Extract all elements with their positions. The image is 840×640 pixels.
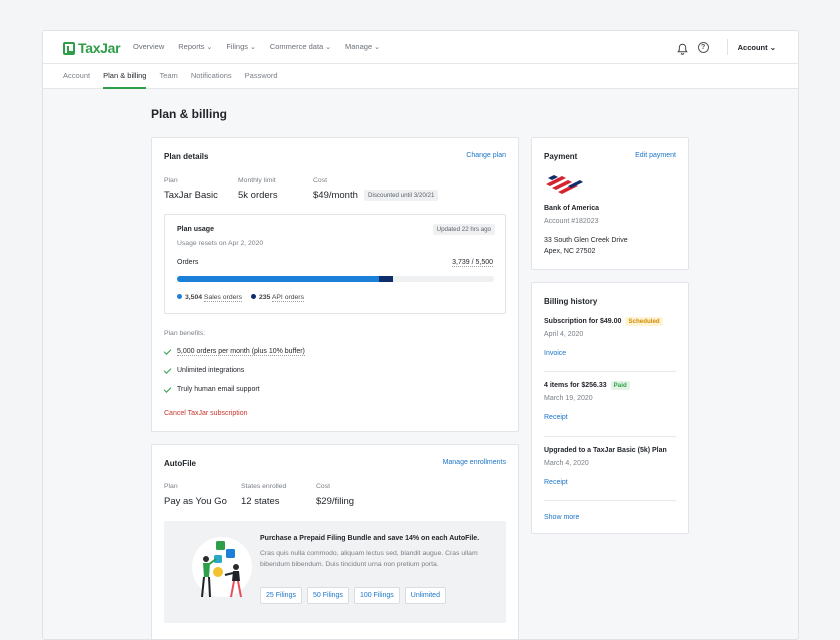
option-100-filings[interactable]: 100 Filings (353, 587, 400, 604)
updated-badge: Updated 22 hrs ago (432, 224, 495, 235)
states-enrolled-value: 12 states (241, 496, 280, 507)
billing-item-date: April 4, 2020 (544, 331, 584, 338)
edit-payment-link[interactable]: Edit payment (635, 152, 676, 159)
bank-of-america-logo-icon (546, 175, 583, 194)
monthly-limit-label: Monthly limit (238, 177, 276, 184)
address-line-2: Apex, NC 27502 (544, 248, 596, 255)
status-badge-scheduled: Scheduled (625, 317, 663, 326)
top-bar: TaxJar Overview Reports Filings Commerce… (43, 31, 798, 64)
billing-item-title: 4 items for $256.33 (544, 382, 607, 389)
plan-value: TaxJar Basic (164, 190, 218, 201)
autofile-card: AutoFile Manage enrollments Plan Pay as … (151, 444, 519, 639)
promo-headline: Purchase a Prepaid Filing Bundle and sav… (260, 535, 480, 542)
billing-history-item: Upgraded to a TaxJar Basic (5k) Plan Mar… (544, 447, 676, 486)
billing-history-item: Subscription for $49.00 Scheduled April 4… (544, 317, 676, 357)
tab-password[interactable]: Password (245, 64, 278, 89)
benefit-item: 5,000 orders per month (plus 10% buffer) (163, 347, 305, 356)
filing-options: 25 Filings 50 Filings 100 Filings Unlimi… (260, 587, 446, 604)
states-enrolled-label: States enrolled (241, 483, 287, 490)
address-line-1: 33 South Glen Creek Drive (544, 237, 628, 244)
billing-history-title: Billing history (544, 297, 598, 306)
option-25-filings[interactable]: 25 Filings (260, 587, 302, 604)
divider (544, 371, 676, 372)
autofile-plan-label: Plan (164, 483, 178, 490)
cost-label: Cost (313, 177, 327, 184)
tab-plan-billing[interactable]: Plan & billing (103, 64, 147, 89)
billing-item-date: March 19, 2020 (544, 395, 593, 402)
option-50-filings[interactable]: 50 Filings (306, 587, 349, 604)
bell-icon[interactable] (676, 42, 688, 55)
main-nav: Overview Reports Filings Commerce data M… (133, 42, 380, 51)
show-more-link[interactable]: Show more (544, 514, 579, 521)
divider (544, 500, 676, 501)
topbar-divider (726, 39, 728, 55)
autofile-plan-value: Pay as You Go (164, 496, 227, 507)
check-icon (163, 365, 172, 374)
plan-label: Plan (164, 177, 178, 184)
discount-badge: Discounted until 3/20/21 (364, 190, 439, 201)
nav-filings[interactable]: Filings (226, 42, 256, 51)
cost-value: $49/month (313, 190, 358, 201)
plan-details-title: Plan details (164, 152, 209, 161)
billing-item-title: Upgraded to a TaxJar Basic (5k) Plan (544, 447, 667, 454)
page-title: Plan & billing (151, 107, 228, 121)
receipt-link[interactable]: Receipt (544, 414, 676, 421)
nav-commerce-data[interactable]: Commerce data (270, 42, 331, 51)
tab-team[interactable]: Team (159, 64, 177, 89)
account-menu[interactable]: Account ⌄ (738, 43, 776, 52)
orders-label: Orders (177, 259, 199, 266)
logo-text: TaxJar (78, 40, 121, 56)
app-window: TaxJar Overview Reports Filings Commerce… (42, 30, 799, 640)
usage-reset-note: Usage resets on Apr 2, 2020 (177, 240, 264, 247)
billing-history-item: 4 items for $256.33 Paid March 19, 2020 R… (544, 381, 676, 421)
plan-benefits-label: Plan benefits: (164, 330, 206, 337)
nav-manage[interactable]: Manage (345, 42, 380, 51)
monthly-limit-value: 5k orders (238, 190, 278, 201)
billing-item-title: Subscription for $49.00 (544, 318, 622, 325)
benefit-item: Unlimited integrations (163, 365, 244, 374)
orders-progress-bar (177, 276, 494, 282)
logo-icon (63, 41, 75, 55)
tab-account[interactable]: Account (63, 64, 90, 89)
sales-dot-icon (177, 294, 182, 299)
check-icon (163, 347, 172, 355)
promo-body: Cras quis nulla commodo, aliquam lectus … (260, 550, 478, 568)
orders-count: 3,739 / 5,500 (452, 259, 493, 267)
check-icon (163, 384, 172, 393)
filing-bundle-promo: Purchase a Prepaid Filing Bundle and sav… (164, 521, 506, 623)
people-illustration-icon (192, 537, 252, 598)
plan-usage-panel: Plan usage Updated 22 hrs ago Usage rese… (164, 214, 506, 314)
bank-name: Bank of America (544, 205, 599, 212)
receipt-link[interactable]: Receipt (544, 479, 676, 486)
divider (544, 436, 676, 437)
sales-orders-fill (177, 276, 379, 282)
status-badge-paid: Paid (610, 381, 630, 390)
plan-usage-title: Plan usage (177, 226, 214, 233)
billing-history-card: Billing history Subscription for $49.00 S… (531, 282, 689, 534)
settings-tabs: Account Plan & billing Team Notification… (43, 64, 798, 89)
plan-details-card: Plan details Change plan Plan TaxJar Bas… (151, 137, 519, 432)
benefit-item: Truly human email support (163, 384, 260, 393)
nav-reports[interactable]: Reports (178, 42, 212, 51)
nav-overview[interactable]: Overview (133, 42, 164, 51)
taxjar-logo[interactable]: TaxJar (63, 40, 121, 56)
payment-card: Payment Edit payment Bank of America Acc… (531, 137, 689, 270)
option-unlimited[interactable]: Unlimited (404, 587, 446, 604)
help-icon[interactable]: ? (697, 41, 709, 53)
billing-item-date: March 4, 2020 (544, 460, 589, 467)
autofile-cost-label: Cost (316, 483, 330, 490)
autofile-title: AutoFile (164, 459, 196, 468)
manage-enrollments-link[interactable]: Manage enrollments (443, 459, 506, 466)
payment-title: Payment (544, 152, 578, 161)
invoice-link[interactable]: Invoice (544, 350, 676, 357)
cancel-subscription-link[interactable]: Cancel TaxJar subscription (164, 410, 248, 417)
api-orders-legend: 235 API orders (251, 294, 304, 302)
autofile-cost-value: $29/filing (316, 496, 355, 507)
api-orders-fill (379, 276, 393, 282)
sales-orders-legend: 3,504 Sales orders (177, 294, 243, 302)
api-dot-icon (251, 294, 256, 299)
change-plan-link[interactable]: Change plan (466, 152, 506, 159)
tab-notifications[interactable]: Notifications (191, 64, 232, 89)
account-number: Account #182023 (544, 218, 599, 225)
